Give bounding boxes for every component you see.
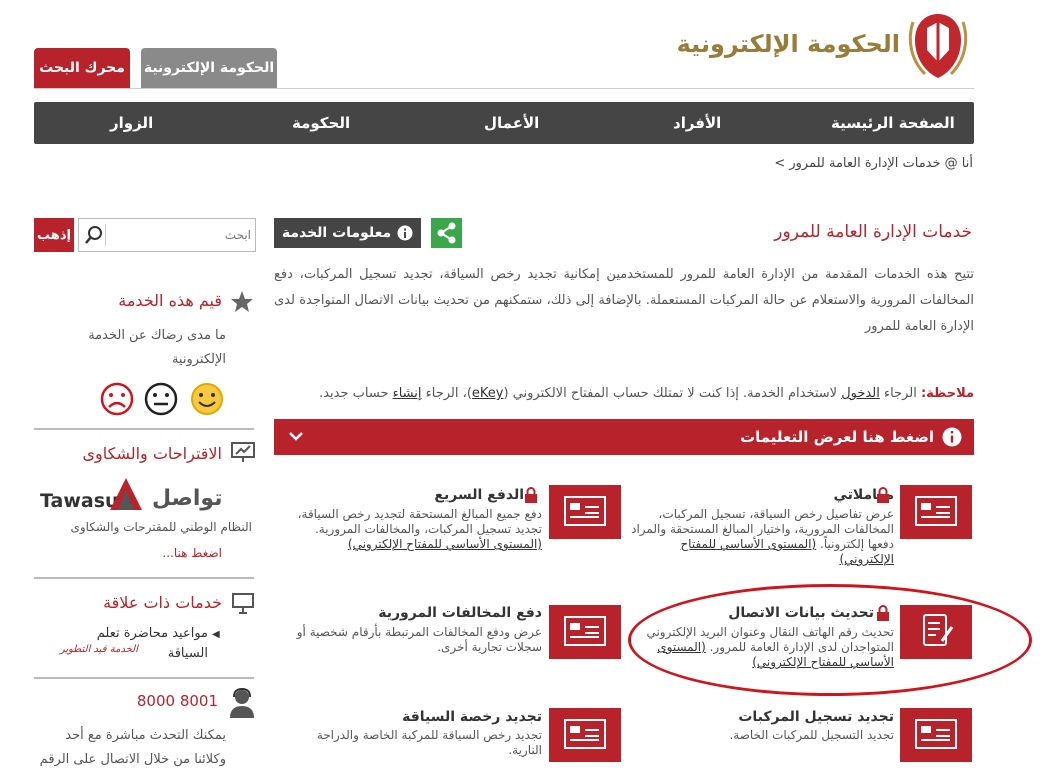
service-info-button[interactable]: معلومات الخدمة [274,218,421,248]
service-renew-license[interactable]: تجديد رخصة السياقة [402,709,542,725]
service-quick-payment[interactable]: الدفع السريع [434,487,524,503]
service-renew-vehicle-desc: تجديد التسجيل للمركبات الخاصة. [729,728,894,742]
tab-egovernment[interactable]: الحكومة الإلكترونية [141,48,277,88]
info-icon [942,427,962,447]
presentation-board-icon [230,441,256,463]
nav-home[interactable]: الصفحة الرئيسية [831,114,955,132]
tawasul-link[interactable]: اضغط هنا... [162,546,222,560]
login-note: ملاحظة: الرجاء الدخول لاستخدام الخدمة. إ… [319,386,974,401]
service-my-transactions-desc: عرض تفاصيل رخص السياقة، تسجيل المركبات، … [631,507,894,566]
rate-service-text-2: الإلكترونية [171,352,226,367]
create-account-link[interactable]: إنشاء [393,386,422,401]
tab-search-engine[interactable]: محرك البحث [34,48,130,88]
service-description: تتيح هذه الخدمات المقدمة من الإدارة العا… [274,267,974,334]
happy-face-icon[interactable] [190,382,224,416]
search-input[interactable] [113,219,253,251]
related-services-title: خدمات ذات علاقة [103,593,222,612]
highlight-circle [628,584,1032,696]
info-icon [397,225,413,241]
related-item-1[interactable]: مواعيد محاضرة تعلم [97,624,208,644]
phone-text-2: وكلائنا من خلال الاتصال على الرقم [39,752,226,767]
breadcrumb[interactable]: أنا @ خدمات الإدارة العامة للمرور > [774,156,973,171]
service-pay-violations-desc: عرض ودفع المخالفات المرتبطة بأرقام شخصية… [296,625,542,654]
search-box [78,218,256,252]
nav-individuals[interactable]: الأفراد [673,114,721,132]
ekey-link[interactable]: eKey [472,386,504,401]
lock-icon [876,487,890,507]
page-title: خدمات الإدارة العامة للمرور [774,222,972,242]
login-link[interactable]: الدخول [841,386,880,401]
instructions-label: اضغط هنا لعرض التعليمات [740,428,934,446]
caret-left-icon: ◀ [212,629,220,640]
instructions-toggle[interactable]: اضغط هنا لعرض التعليمات [274,419,974,455]
service-quick-payment-desc: دفع جميع المبالغ المستحقة لتجديد رخص الس… [297,507,542,551]
nav-visitors[interactable]: الزوار [110,114,153,132]
service-card-icon[interactable] [900,485,972,539]
main-navigation: الصفحة الرئيسية الأفراد الأعمال الحكومة … [34,102,974,144]
nav-business[interactable]: الأعمال [484,114,539,132]
sidebar-divider [34,577,254,579]
phone-number: 8000 8001 [136,692,218,710]
search-go-button[interactable]: إذهب [34,218,74,252]
related-item-note: الخدمة قيد التطوير [59,644,138,655]
service-info-label: معلومات الخدمة [281,225,392,241]
star-icon [230,290,254,314]
sidebar-divider [34,677,254,679]
service-pay-violations[interactable]: دفع المخالفات المرورية [378,605,542,621]
logo-text: الحكومة الإلكترونية [676,30,900,58]
service-card-icon[interactable] [549,708,621,762]
service-renew-vehicle[interactable]: تجديد تسجيل المركبات [738,709,894,725]
lock-icon [524,487,538,507]
phone-text-1: يمكنك التحدث مباشرة مع أحد [65,728,226,743]
neutral-face-icon[interactable] [144,382,178,416]
chevron-down-icon [289,432,303,441]
rate-service-text-1: ما مدى رضاك عن الخدمة [88,328,226,343]
sidebar-divider [34,428,254,430]
service-card-icon[interactable] [549,485,621,539]
sad-face-icon[interactable] [100,382,134,416]
tawasul-logo[interactable]: Tawasul تواصل النظام الوطني للمقترحات وا… [40,476,252,542]
bahrain-emblem-logo[interactable] [905,10,971,82]
related-item-2[interactable]: السياقة [168,644,208,664]
service-card-icon[interactable] [549,605,621,659]
share-button[interactable] [431,218,462,248]
call-agent-icon [228,687,256,718]
nav-government[interactable]: الحكومة [292,114,350,132]
monitor-icon [230,591,256,615]
suggestions-title: الاقتراحات والشكاوى [82,444,222,463]
header-divider [34,88,974,89]
search-icon[interactable] [83,224,106,246]
service-card-icon[interactable] [900,708,972,762]
service-renew-license-desc: تجديد رخص السياقة للمركبة الخاصة والدراج… [316,728,542,757]
rate-service-title: قيم هذه الخدمة [118,291,222,310]
